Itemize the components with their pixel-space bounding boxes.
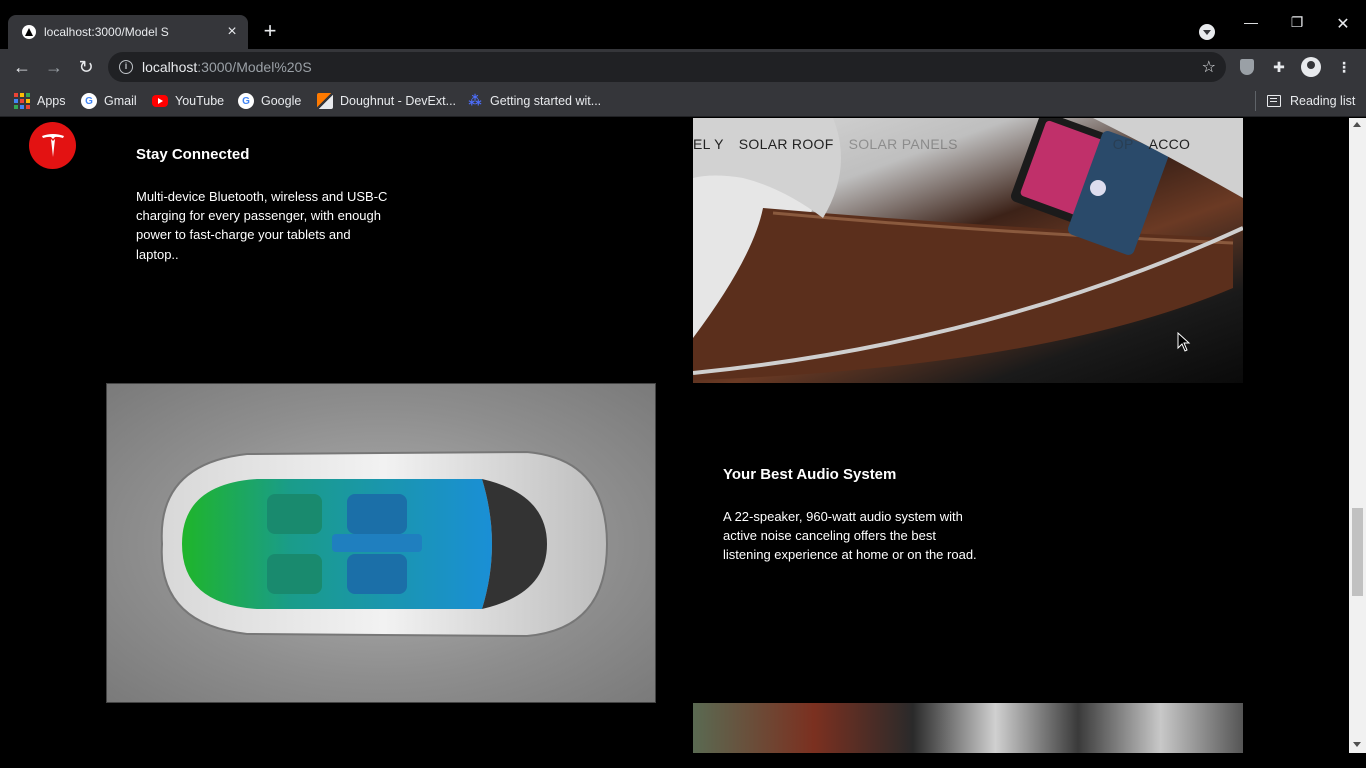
bookmark-label: Apps [37,94,66,108]
profile-avatar-icon[interactable] [1301,57,1321,77]
bookmark-getting-started[interactable]: ⁂ Getting started wit... [467,91,601,111]
info-icon[interactable]: i [119,60,133,74]
feature-description: A 22-speaker, 960-watt audio system with… [723,509,977,563]
nav-item-model-y[interactable]: EL Y [693,136,724,156]
apps-grid-icon [14,93,30,109]
reading-list-icon [1267,95,1281,107]
browser-toolbar: ← → ↻ i localhost:3000/Model%20S ☆ ✚ ⋮ [0,49,1366,85]
scroll-down-arrow-icon[interactable] [1353,742,1361,747]
menu-kebab-icon[interactable]: ⋮ [1335,58,1353,76]
page-viewport: EL Y SOLAR ROOF SOLAR PANELS OP ACCO Sta… [0,118,1349,753]
tab-title: localhost:3000/Model S [44,25,169,39]
tab-close-icon[interactable]: × [220,20,244,44]
bookmark-label: YouTube [175,94,225,108]
mouse-cursor-icon [1177,332,1191,352]
tesla-t-icon [41,133,64,157]
interior-console-image [693,118,1243,383]
bookmarks-bar: Apps G Gmail YouTube G Google Doughnut -… [0,85,1366,117]
google-icon: G [81,93,97,109]
tab-strip: localhost:3000/Model S × + — ❐ ✕ [0,0,1366,49]
getting-started-icon: ⁂ [468,93,482,108]
extensions-puzzle-icon[interactable]: ✚ [1270,58,1288,76]
scroll-up-arrow-icon[interactable] [1353,122,1361,127]
site-top-nav: EL Y SOLAR ROOF SOLAR PANELS OP ACCO [693,136,1243,156]
address-bar[interactable]: i localhost:3000/Model%20S ☆ [108,52,1226,82]
devextreme-icon [317,93,333,109]
back-icon[interactable]: ← [10,55,34,79]
reading-list-label: Reading list [1290,94,1356,108]
bookmark-label: Gmail [104,94,137,108]
feature-title: Stay Connected [136,146,250,163]
google-icon: G [238,93,254,109]
nav-item-shop[interactable]: OP [1113,136,1134,156]
new-tab-button[interactable]: + [258,20,282,44]
url-host: localhost [142,59,198,75]
bookmark-label: Google [261,94,302,108]
angular-favicon-icon [22,25,36,39]
feature-description: Multi-device Bluetooth, wireless and USB… [136,189,388,262]
bottom-bar [0,753,1366,768]
tab-search-icon[interactable] [1199,24,1215,40]
feature-title: Your Best Audio System [723,466,897,483]
interior-seats-image [693,703,1243,753]
nav-item-solar-roof[interactable]: SOLAR ROOF [739,136,834,156]
reading-list-button[interactable]: Reading list [1255,91,1355,111]
tesla-logo[interactable] [29,122,76,169]
close-window-button[interactable]: ✕ [1328,14,1358,34]
forward-icon[interactable]: → [42,55,66,79]
scrollbar-thumb[interactable] [1352,508,1363,596]
nav-item-solar-panels[interactable]: SOLAR PANELS [849,136,958,156]
bookmark-star-icon[interactable]: ☆ [1202,57,1216,77]
bookmark-youtube[interactable]: YouTube [152,91,224,111]
bookmark-google[interactable]: G Google [238,91,301,111]
bookmark-doughnut[interactable]: Doughnut - DevExt... [317,91,456,111]
restore-button[interactable]: ❐ [1282,14,1312,31]
minimize-button[interactable]: — [1236,14,1266,30]
bookmark-label: Doughnut - DevExt... [340,94,457,108]
feature-stay-connected: Stay Connected Multi-device Bluetooth, w… [136,146,396,264]
browser-tab[interactable]: localhost:3000/Model S × [8,15,248,49]
bookmark-label: Getting started wit... [490,94,602,108]
youtube-icon [152,95,168,107]
vertical-scrollbar[interactable] [1349,118,1366,753]
car-top-view-image [106,383,656,703]
reload-icon[interactable]: ↻ [74,55,98,79]
url-text: localhost:3000/Model%20S [142,59,312,75]
feature-audio-system: Your Best Audio System A 22-speaker, 960… [723,466,983,565]
url-path: :3000/Model%20S [197,59,312,75]
bookmark-apps[interactable]: Apps [14,91,66,111]
shield-extension-icon[interactable] [1240,59,1254,75]
nav-item-account[interactable]: ACCO [1149,136,1191,156]
bookmark-gmail[interactable]: G Gmail [81,91,137,111]
